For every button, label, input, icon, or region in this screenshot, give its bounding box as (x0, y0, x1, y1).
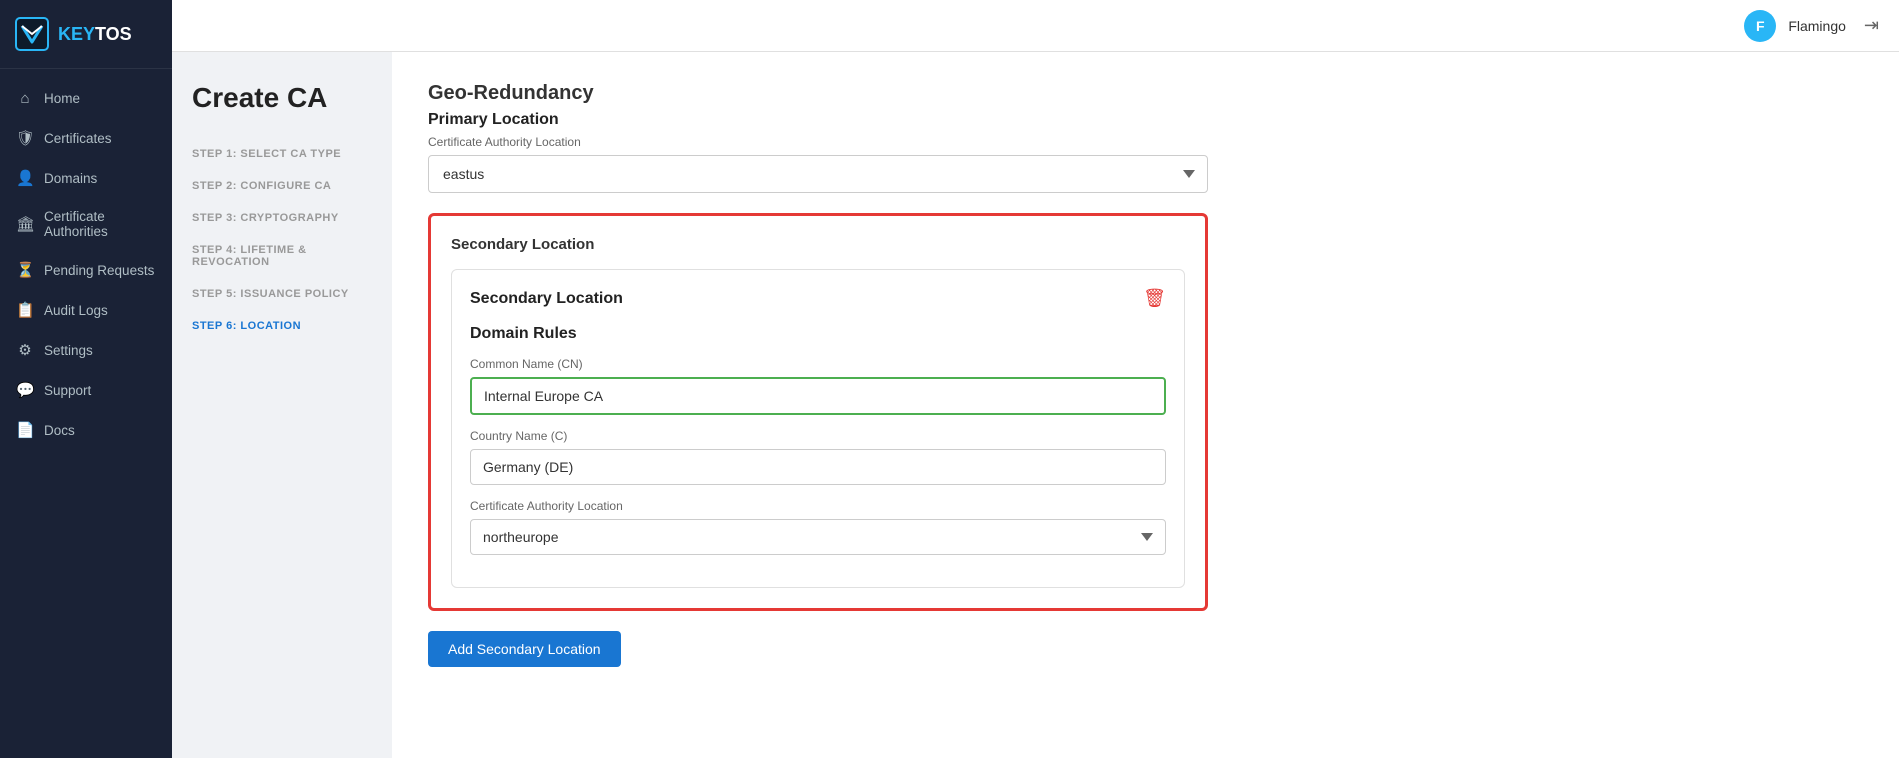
primary-location-label: Certificate Authority Location (428, 135, 1863, 149)
sidebar-item-docs[interactable]: 📄 Docs (0, 410, 172, 450)
step-3[interactable]: STEP 3: CRYPTOGRAPHY (192, 202, 372, 234)
country-group: Country Name (C) (470, 429, 1166, 485)
primary-location-title: Primary Location (428, 111, 1863, 129)
sidebar-item-certificates[interactable]: 🛡 Certificates (0, 118, 172, 158)
topbar: F Flamingo ⇥ (172, 0, 1899, 52)
sidebar-item-audit-logs[interactable]: 📋 Audit Logs (0, 290, 172, 330)
inner-card-title: Secondary Location (470, 290, 623, 308)
pending-icon: ⏳ (16, 261, 34, 279)
content-area: Create CA STEP 1: SELECT CA TYPE STEP 2:… (172, 52, 1899, 758)
geo-redundancy-title: Geo-Redundancy (428, 82, 1863, 105)
sidebar-item-certificate-authorities[interactable]: 🏛 Certificate Authorities (0, 198, 172, 250)
delete-secondary-icon[interactable]: 🗑 (1143, 288, 1166, 309)
logout-icon[interactable]: ⇥ (1864, 15, 1879, 36)
steps-panel: Create CA STEP 1: SELECT CA TYPE STEP 2:… (172, 52, 392, 758)
sidebar-item-settings-label: Settings (44, 343, 93, 358)
secondary-location-card: Secondary Location 🗑 Domain Rules Common… (451, 269, 1185, 588)
step-1[interactable]: STEP 1: SELECT CA TYPE (192, 138, 372, 170)
sidebar: KEYTOS ⌂ Home 🛡 Certificates 👤 Domains 🏛… (0, 0, 172, 758)
step-2[interactable]: STEP 2: CONFIGURE CA (192, 170, 372, 202)
logo: KEYTOS (0, 0, 172, 69)
step-5[interactable]: STEP 5: ISSUANCE POLICY (192, 278, 372, 310)
country-input[interactable] (470, 449, 1166, 485)
secondary-location-box: Secondary Location Secondary Location 🗑 … (428, 213, 1208, 611)
ca-location-group: Certificate Authority Location northeuro… (470, 499, 1166, 555)
sidebar-item-domains[interactable]: 👤 Domains (0, 158, 172, 198)
home-icon: ⌂ (16, 90, 34, 107)
domains-icon: 👤 (16, 169, 34, 187)
sidebar-item-pending-label: Pending Requests (44, 263, 154, 278)
secondary-location-section-label: Secondary Location (451, 236, 1185, 253)
country-label: Country Name (C) (470, 429, 1166, 443)
sidebar-item-domains-label: Domains (44, 171, 97, 186)
cn-input[interactable] (470, 377, 1166, 415)
form-area: Geo-Redundancy Primary Location Certific… (392, 52, 1899, 758)
docs-icon: 📄 (16, 421, 34, 439)
support-icon: 💬 (16, 381, 34, 399)
ca-location-select[interactable]: northeurope westeurope eastus westus (470, 519, 1166, 555)
sidebar-item-home[interactable]: ⌂ Home (0, 79, 172, 118)
cn-label: Common Name (CN) (470, 357, 1166, 371)
add-secondary-location-button[interactable]: Add Secondary Location (428, 631, 621, 667)
cn-group: Common Name (CN) (470, 357, 1166, 415)
step-4[interactable]: STEP 4: LIFETIME & REVOCATION (192, 234, 372, 278)
sidebar-item-certificates-label: Certificates (44, 131, 112, 146)
logo-icon (14, 16, 50, 52)
user-avatar: F (1744, 10, 1776, 42)
sidebar-item-docs-label: Docs (44, 423, 75, 438)
sidebar-item-home-label: Home (44, 91, 80, 106)
sidebar-item-support[interactable]: 💬 Support (0, 370, 172, 410)
domain-rules-title: Domain Rules (470, 325, 1166, 343)
certificates-icon: 🛡 (16, 129, 34, 147)
user-name: Flamingo (1788, 18, 1846, 34)
settings-icon: ⚙ (16, 341, 34, 359)
ca-location-label: Certificate Authority Location (470, 499, 1166, 513)
page-title: Create CA (192, 82, 372, 114)
step-6[interactable]: STEP 6: LOCATION (192, 310, 372, 342)
inner-card-header: Secondary Location 🗑 (470, 288, 1166, 309)
ca-icon: 🏛 (16, 215, 34, 233)
sidebar-item-ca-label: Certificate Authorities (44, 209, 156, 239)
logo-text: KEYTOS (58, 24, 132, 45)
sidebar-item-pending-requests[interactable]: ⏳ Pending Requests (0, 250, 172, 290)
sidebar-item-settings[interactable]: ⚙ Settings (0, 330, 172, 370)
sidebar-item-audit-label: Audit Logs (44, 303, 108, 318)
primary-location-select[interactable]: eastus westus northeurope westeurope (428, 155, 1208, 193)
main: F Flamingo ⇥ Create CA STEP 1: SELECT CA… (172, 0, 1899, 758)
sidebar-nav: ⌂ Home 🛡 Certificates 👤 Domains 🏛 Certif… (0, 69, 172, 758)
audit-icon: 📋 (16, 301, 34, 319)
sidebar-item-support-label: Support (44, 383, 91, 398)
